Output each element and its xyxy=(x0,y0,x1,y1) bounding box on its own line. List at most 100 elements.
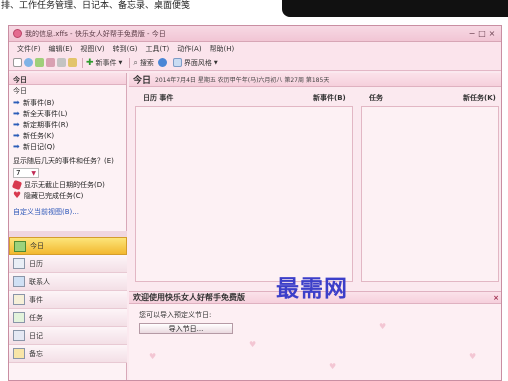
quick-task-new-task[interactable]: ➡ 新任务(K) xyxy=(13,130,126,141)
menu-view[interactable]: 视图(V) xyxy=(76,44,108,54)
arrow-right-icon: ➡ xyxy=(13,109,20,118)
heart-icon: ♥ xyxy=(13,190,22,201)
watermark-text: 最需网 xyxy=(276,275,348,302)
chevron-down-icon: ▼ xyxy=(118,59,123,66)
menu-actions[interactable]: 动作(A) xyxy=(173,44,205,54)
today-title: 今日 xyxy=(133,76,152,86)
welcome-close-button[interactable]: × xyxy=(493,294,499,302)
option-label: 显示无截止日期的任务(D) xyxy=(24,180,105,189)
days-row: 7 ▼ xyxy=(9,167,126,179)
contacts-icon xyxy=(13,276,25,287)
show-undated-tasks-option[interactable]: 显示无截止日期的任务(D) xyxy=(9,179,126,190)
copy-icon[interactable] xyxy=(68,58,77,67)
quick-task-label: 新定期事件(R) xyxy=(23,120,69,129)
menu-help[interactable]: 帮助(H) xyxy=(206,44,239,54)
window-title: 我的信息.xffs - 快乐女人好帮手免费版 - 今日 xyxy=(25,29,166,38)
toolbar-separator xyxy=(129,57,131,68)
main-area: 今日 2014年7月4日 星期五 农历甲午年(马)六月初八 第27周 第185天… xyxy=(129,73,501,380)
welcome-panel: 欢迎使用快乐女人好帮手免费版 × 您可以导入预定义节日: 导入节日... ♥ ♥… xyxy=(129,291,501,380)
tasks-new-button[interactable]: 新任务(K) xyxy=(463,93,496,103)
help-button[interactable] xyxy=(157,58,169,67)
navigation-pane: 今日 日历 联系人 事件 任务 日记 备忘 xyxy=(9,231,127,363)
app-window: 我的信息.xffs - 快乐女人好帮手免费版 - 今日 − □ × 文件(F) … xyxy=(8,25,502,381)
event-icon xyxy=(13,294,25,305)
back-icon[interactable] xyxy=(24,58,33,67)
heart-decoration-icon: ♥ xyxy=(329,362,337,371)
today-header: 今日 2014年7月4日 星期五 农历甲午年(马)六月初八 第27周 第185天 xyxy=(129,73,501,87)
search-button[interactable]: ⌕ 搜索 xyxy=(133,58,153,68)
help-icon xyxy=(157,58,167,67)
menu-edit[interactable]: 编辑(E) xyxy=(45,44,77,54)
title-bar: 我的信息.xffs - 快乐女人好帮手免费版 - 今日 − □ × xyxy=(9,26,501,42)
nav-item-today[interactable]: 今日 xyxy=(9,237,127,255)
menu-bar: 文件(F) 编辑(E) 视图(V) 转到(G) 工具(T) 动作(A) 帮助(H… xyxy=(9,42,501,55)
nav-item-label: 事件 xyxy=(29,295,43,304)
arrow-right-icon: ➡ xyxy=(13,120,20,129)
quick-task-new-event[interactable]: ➡ 新事件(B) xyxy=(13,97,126,108)
import-holidays-button[interactable]: 导入节日... xyxy=(139,323,233,334)
nav-item-memo[interactable]: 备忘 xyxy=(9,345,127,363)
tasks-column-title: 任务 xyxy=(369,94,383,102)
toolbar-separator xyxy=(82,57,83,68)
custom-view-link[interactable]: 自定义当前视图(B)... xyxy=(9,201,126,223)
print-icon[interactable] xyxy=(46,58,55,67)
nav-item-calendar[interactable]: 日历 xyxy=(9,255,127,273)
nav-item-diary[interactable]: 日记 xyxy=(9,327,127,345)
quick-task-new-recurring-event[interactable]: ➡ 新定期事件(R) xyxy=(13,119,126,130)
events-column-title: 日历 事件 xyxy=(143,94,174,102)
arrow-right-icon: ➡ xyxy=(13,142,20,151)
arrow-right-icon: ➡ xyxy=(13,98,20,107)
nav-item-label: 日记 xyxy=(29,331,43,340)
quick-task-label: 新日记(Q) xyxy=(23,142,55,151)
quick-task-new-diary[interactable]: ➡ 新日记(Q) xyxy=(13,141,126,152)
new-event-button[interactable]: ✚ 新事件 ▼ xyxy=(86,58,122,68)
skin-icon xyxy=(172,58,182,67)
nav-item-label: 备忘 xyxy=(29,349,43,358)
column-headers: 日历 事件 新事件(B) 任务 新任务(K) xyxy=(129,93,501,103)
quick-task-label: 新任务(K) xyxy=(23,131,55,140)
heart-decoration-icon: ♥ xyxy=(149,352,157,361)
nav-item-tasks[interactable]: 任务 xyxy=(9,309,127,327)
quick-task-list: ➡ 新事件(B) ➡ 新全天事件(L) ➡ 新定期事件(R) ➡ 新任务(K) ➡ 新日记… xyxy=(9,97,126,152)
plus-icon: ✚ xyxy=(86,57,94,68)
quick-task-label: 新事件(B) xyxy=(23,98,55,107)
arrow-right-icon: ➡ xyxy=(13,131,20,140)
app-logo-icon xyxy=(13,29,22,38)
chevron-down-icon: ▼ xyxy=(213,59,218,66)
heart-decoration-icon: ♥ xyxy=(249,340,257,349)
heart-decoration-icon: ♥ xyxy=(469,352,477,361)
days-question: 显示随后几天的事件和任务？(E) xyxy=(13,157,114,165)
search-label: 搜索 xyxy=(139,58,154,67)
close-button[interactable]: × xyxy=(487,29,497,38)
toolbar: ✚ 新事件 ▼ ⌕ 搜索 界面风格 ▼ xyxy=(9,55,501,71)
tasks-list[interactable] xyxy=(361,106,499,282)
date-info: 2014年7月4日 星期五 农历甲午年(马)六月初八 第27周 第185天 xyxy=(155,77,330,84)
nav-item-events[interactable]: 事件 xyxy=(9,291,127,309)
events-new-button[interactable]: 新事件(B) xyxy=(313,93,346,103)
left-panel-header: 今日 xyxy=(9,73,126,85)
new-document-icon[interactable] xyxy=(13,58,22,67)
memo-icon xyxy=(13,348,25,359)
menu-tools[interactable]: 工具(T) xyxy=(142,44,174,54)
minimize-button[interactable]: − xyxy=(467,29,477,38)
menu-file[interactable]: 文件(F) xyxy=(13,44,45,54)
option-label: 隐藏已完成任务(C) xyxy=(24,191,84,200)
skin-button[interactable]: 界面风格 ▼ xyxy=(172,58,218,68)
maximize-button[interactable]: □ xyxy=(477,29,487,38)
cut-icon[interactable] xyxy=(57,58,66,67)
menu-goto[interactable]: 转到(G) xyxy=(109,44,142,54)
nav-item-contacts[interactable]: 联系人 xyxy=(9,273,127,291)
events-list[interactable] xyxy=(135,106,353,282)
save-icon[interactable] xyxy=(35,58,44,67)
task-icon xyxy=(13,312,25,323)
quick-task-new-allday-event[interactable]: ➡ 新全天事件(L) xyxy=(13,108,126,119)
black-overlay xyxy=(282,0,508,17)
heart-decoration-icon: ♥ xyxy=(379,322,387,331)
nav-item-label: 今日 xyxy=(30,242,44,250)
days-select[interactable]: 7 ▼ xyxy=(13,168,39,178)
calendar-icon xyxy=(13,258,25,269)
left-panel-subheader: 今日 xyxy=(13,87,27,95)
hide-completed-tasks-option[interactable]: ♥ 隐藏已完成任务(C) xyxy=(9,190,126,201)
welcome-title: 欢迎使用快乐女人好帮手免费版 xyxy=(133,293,245,302)
screenshot: 排、工作任务管理、日记本、备忘录、桌面便笺 我的信息.xffs - 快乐女人好帮… xyxy=(0,0,508,381)
